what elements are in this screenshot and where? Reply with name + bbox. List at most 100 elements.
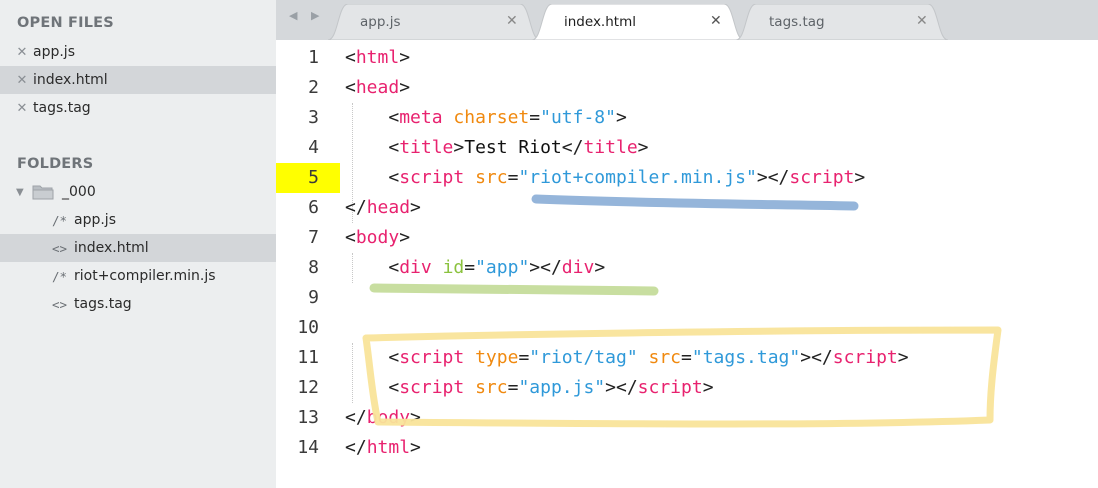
close-icon[interactable]: ✕ bbox=[506, 13, 518, 29]
line-number: 5 bbox=[308, 167, 319, 188]
code-line: <meta charset="utf-8"> bbox=[345, 103, 627, 133]
tab-tags-tag[interactable]: tags.tag ✕ bbox=[736, 4, 948, 40]
folders-heading: FOLDERS bbox=[17, 156, 94, 172]
code-token: id bbox=[442, 257, 465, 278]
markup-file-icon: <> bbox=[52, 296, 68, 312]
line-number: 6 bbox=[308, 197, 319, 218]
code-token: div bbox=[399, 257, 432, 278]
code-line: </html> bbox=[345, 433, 421, 463]
script-file-icon: /* bbox=[52, 212, 68, 228]
code-token: < bbox=[345, 227, 356, 248]
code-token: > bbox=[615, 107, 627, 128]
code-token: < bbox=[388, 137, 400, 158]
open-files-heading: OPEN FILES bbox=[17, 15, 114, 31]
code-line: </head> bbox=[345, 193, 421, 223]
folder-file-item[interactable]: /* app.js bbox=[0, 206, 276, 234]
code-token: src bbox=[648, 347, 682, 368]
code-token: "riot+compiler.min.js" bbox=[518, 167, 757, 188]
close-icon[interactable]: ✕ bbox=[16, 101, 28, 116]
folder-item[interactable]: ▼ _000 bbox=[0, 178, 276, 206]
code-token: > bbox=[637, 137, 649, 158]
code-token: script bbox=[832, 347, 898, 368]
code-token: > bbox=[399, 47, 411, 68]
tab-label: app.js bbox=[360, 14, 401, 30]
open-file-item[interactable]: ✕ app.js bbox=[0, 38, 276, 66]
code-line: <html> bbox=[345, 43, 410, 73]
code-token: ></ bbox=[605, 377, 638, 398]
folder-file-item-selected[interactable]: <> index.html bbox=[0, 234, 276, 262]
code-token: </ bbox=[345, 197, 367, 218]
folder-file-item[interactable]: /* riot+compiler.min.js bbox=[0, 262, 276, 290]
code-token: > bbox=[410, 197, 421, 218]
close-icon[interactable]: ✕ bbox=[16, 45, 28, 60]
code-token: "tags.tag" bbox=[691, 347, 801, 368]
code-editor[interactable]: 1 <html> 2 <head> 3 <meta charset="utf-8"> 4 … bbox=[276, 40, 1098, 488]
code-token: src bbox=[475, 377, 508, 398]
code-token: </ bbox=[345, 437, 367, 458]
code-token: script bbox=[399, 167, 465, 188]
blue-underline-annotation bbox=[531, 194, 859, 211]
line-number: 13 bbox=[297, 407, 319, 428]
code-token: = bbox=[464, 257, 476, 278]
code-token: title bbox=[399, 137, 454, 158]
line-number: 7 bbox=[308, 227, 319, 248]
close-icon[interactable]: ✕ bbox=[16, 73, 28, 88]
folder-icon bbox=[32, 184, 54, 200]
folder-label: _000 bbox=[62, 184, 96, 200]
tab-app-js[interactable]: app.js ✕ bbox=[328, 4, 540, 40]
code-token: > bbox=[399, 227, 411, 248]
code-token: < bbox=[388, 377, 400, 398]
open-file-item[interactable]: ✕ tags.tag bbox=[0, 94, 276, 122]
green-underline-annotation bbox=[369, 283, 659, 296]
line-number: 8 bbox=[308, 257, 319, 278]
close-icon[interactable]: ✕ bbox=[710, 13, 722, 29]
code-token: script bbox=[789, 167, 855, 188]
open-file-label: tags.tag bbox=[33, 100, 91, 116]
code-token: html bbox=[366, 437, 411, 458]
folder-file-label: app.js bbox=[74, 212, 116, 228]
code-token: < bbox=[388, 167, 400, 188]
code-token: "utf-8" bbox=[540, 107, 616, 128]
code-token: = bbox=[507, 167, 519, 188]
code-token: head bbox=[366, 197, 411, 218]
code-token: > bbox=[594, 257, 606, 278]
code-token: < bbox=[345, 47, 356, 68]
folder-file-item[interactable]: <> tags.tag bbox=[0, 290, 276, 318]
code-token: "app.js" bbox=[518, 377, 606, 398]
open-file-item-selected[interactable]: ✕ index.html bbox=[0, 66, 276, 94]
line-number: 12 bbox=[297, 377, 319, 398]
code-token: Test Riot bbox=[464, 137, 562, 158]
code-token: > bbox=[399, 77, 411, 98]
code-token: = bbox=[518, 347, 530, 368]
folder-file-label: tags.tag bbox=[74, 296, 132, 312]
code-token: > bbox=[453, 137, 465, 158]
tab-bar: ◀ ▶ app.js ✕ index.html ✕ tags.tag ✕ bbox=[276, 0, 1098, 40]
code-token: < bbox=[388, 347, 400, 368]
code-token: src bbox=[475, 167, 508, 188]
close-icon[interactable]: ✕ bbox=[916, 13, 928, 29]
line-number: 1 bbox=[308, 47, 319, 68]
tab-nav-arrows-icon[interactable]: ◀ ▶ bbox=[289, 9, 324, 22]
disclosure-arrow-icon[interactable]: ▼ bbox=[16, 187, 28, 198]
line-number: 2 bbox=[308, 77, 319, 98]
line-number: 11 bbox=[297, 347, 319, 368]
code-token: > bbox=[897, 347, 909, 368]
folder-file-label: riot+compiler.min.js bbox=[74, 268, 216, 284]
open-file-label: index.html bbox=[33, 72, 108, 88]
code-token: html bbox=[355, 47, 400, 68]
code-token: div bbox=[561, 257, 595, 278]
tab-index-html[interactable]: index.html ✕ bbox=[532, 4, 744, 40]
tab-label: index.html bbox=[564, 14, 636, 30]
code-line: <script src="riot+compiler.min.js"></scr… bbox=[345, 163, 865, 193]
code-token: "riot/tag" bbox=[529, 347, 638, 368]
script-file-icon: /* bbox=[52, 268, 68, 284]
code-token: "app" bbox=[475, 257, 530, 278]
open-file-label: app.js bbox=[33, 44, 75, 60]
